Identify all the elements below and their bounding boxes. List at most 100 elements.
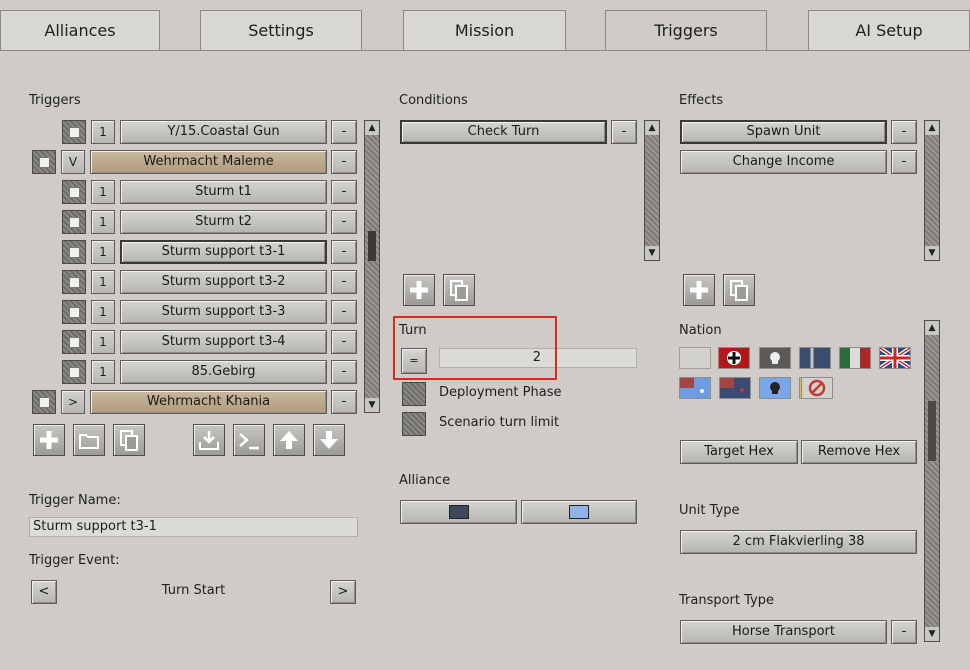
trigger-count[interactable]: 1: [91, 210, 115, 234]
trigger-checkbox[interactable]: [62, 270, 86, 294]
scroll-up-icon[interactable]: ▲: [925, 321, 939, 335]
trigger-checkbox[interactable]: [62, 300, 86, 324]
copy-condition-button[interactable]: [443, 274, 475, 306]
move-up-button[interactable]: [273, 424, 305, 456]
trigger-item[interactable]: Y/15.Coastal Gun: [120, 120, 327, 144]
trigger-group[interactable]: Wehrmacht Khania: [90, 390, 327, 414]
add-icon: [690, 281, 708, 299]
scroll-down-icon[interactable]: ▼: [645, 246, 659, 260]
group-checkbox[interactable]: [32, 390, 56, 414]
add-effect-button[interactable]: [683, 274, 715, 306]
trigger-checkbox[interactable]: [62, 240, 86, 264]
tab-settings[interactable]: Settings: [200, 10, 362, 50]
transport-type-select[interactable]: Horse Transport: [680, 620, 887, 644]
tab-ai-setup[interactable]: AI Setup: [808, 10, 970, 50]
add-group-button[interactable]: [73, 424, 105, 456]
no-nation-icon[interactable]: [801, 377, 833, 399]
remove-effect-button[interactable]: -: [891, 150, 917, 174]
effect-item-selected[interactable]: Spawn Unit: [680, 120, 887, 144]
add-condition-button[interactable]: [403, 274, 435, 306]
trigger-checkbox[interactable]: [62, 330, 86, 354]
effects-scrollbar[interactable]: ▲ ▼: [924, 120, 940, 261]
alliance-1-button[interactable]: [400, 500, 517, 524]
remove-trigger-button[interactable]: -: [331, 180, 357, 204]
group-expand-toggle[interactable]: >: [61, 390, 85, 414]
remove-condition-button[interactable]: -: [611, 120, 637, 144]
remove-trigger-button[interactable]: -: [331, 300, 357, 324]
trigger-item[interactable]: Sturm t2: [120, 210, 327, 234]
germany-flag-icon[interactable]: [718, 347, 750, 369]
alliance-2-button[interactable]: [521, 500, 637, 524]
copy-icon: [730, 280, 748, 301]
remove-trigger-button[interactable]: -: [331, 150, 357, 174]
remove-hex-button[interactable]: Remove Hex: [801, 440, 917, 464]
remove-trigger-button[interactable]: -: [331, 210, 357, 234]
scroll-up-icon[interactable]: ▲: [925, 121, 939, 135]
console-button[interactable]: [233, 424, 265, 456]
trigger-checkbox[interactable]: [62, 180, 86, 204]
skull-flag-icon[interactable]: [759, 347, 791, 369]
effect-item[interactable]: Change Income: [680, 150, 887, 174]
group-checkbox[interactable]: [32, 150, 56, 174]
remove-trigger-button[interactable]: -: [331, 390, 357, 414]
nz-flag-icon[interactable]: [719, 377, 751, 399]
deployment-phase-checkbox[interactable]: [402, 382, 426, 406]
trigger-count[interactable]: 1: [91, 180, 115, 204]
target-hex-button[interactable]: Target Hex: [680, 440, 798, 464]
trigger-item-selected[interactable]: Sturm support t3-1: [120, 240, 327, 264]
tab-alliances[interactable]: Alliances: [0, 10, 160, 50]
prev-event-button[interactable]: <: [31, 580, 57, 604]
trigger-checkbox[interactable]: [62, 120, 86, 144]
remove-transport-button[interactable]: -: [891, 620, 917, 644]
remove-trigger-button[interactable]: -: [331, 240, 357, 264]
scroll-down-icon[interactable]: ▼: [365, 398, 379, 412]
conditions-scrollbar[interactable]: ▲ ▼: [644, 120, 660, 261]
tab-triggers[interactable]: Triggers: [605, 10, 767, 51]
scroll-up-icon[interactable]: ▲: [365, 121, 379, 135]
trigger-item[interactable]: Sturm support t3-4: [120, 330, 327, 354]
trigger-count[interactable]: 1: [91, 270, 115, 294]
remove-trigger-button[interactable]: -: [331, 360, 357, 384]
scroll-down-icon[interactable]: ▼: [925, 246, 939, 260]
tab-mission[interactable]: Mission: [403, 10, 566, 50]
scroll-up-icon[interactable]: ▲: [645, 121, 659, 135]
remove-trigger-button[interactable]: -: [331, 330, 357, 354]
trigger-item[interactable]: Sturm support t3-3: [120, 300, 327, 324]
group-expand-toggle[interactable]: V: [61, 150, 85, 174]
remove-effect-button[interactable]: -: [891, 120, 917, 144]
move-down-button[interactable]: [313, 424, 345, 456]
uk-flag-icon[interactable]: [879, 347, 911, 369]
trigger-count[interactable]: 1: [91, 240, 115, 264]
scroll-thumb[interactable]: [368, 231, 376, 261]
trigger-count[interactable]: 1: [91, 300, 115, 324]
trigger-checkbox[interactable]: [62, 210, 86, 234]
trigger-item[interactable]: Sturm t1: [120, 180, 327, 204]
next-event-button[interactable]: >: [330, 580, 356, 604]
neutral-flag-icon[interactable]: [679, 347, 711, 369]
australia-flag-icon[interactable]: [679, 377, 711, 399]
soviet-flag-icon[interactable]: [799, 347, 831, 369]
remove-trigger-button[interactable]: -: [331, 120, 357, 144]
unit-type-select[interactable]: 2 cm Flakvierling 38: [680, 530, 917, 554]
remove-trigger-button[interactable]: -: [331, 270, 357, 294]
scroll-thumb[interactable]: [928, 401, 936, 461]
trigger-count[interactable]: 1: [91, 120, 115, 144]
trigger-item[interactable]: 85.Gebirg: [120, 360, 327, 384]
trigger-checkbox[interactable]: [62, 360, 86, 384]
copy-trigger-button[interactable]: [113, 424, 145, 456]
skull-blue-flag-icon[interactable]: [759, 377, 791, 399]
trigger-count[interactable]: 1: [91, 360, 115, 384]
condition-item-selected[interactable]: Check Turn: [400, 120, 607, 144]
italy-flag-icon[interactable]: [839, 347, 871, 369]
scenario-turn-limit-checkbox[interactable]: [402, 412, 426, 436]
copy-effect-button[interactable]: [723, 274, 755, 306]
import-button[interactable]: [193, 424, 225, 456]
effect-details-scrollbar[interactable]: ▲ ▼: [924, 320, 940, 642]
trigger-item[interactable]: Sturm support t3-2: [120, 270, 327, 294]
scroll-down-icon[interactable]: ▼: [925, 627, 939, 641]
trigger-count[interactable]: 1: [91, 330, 115, 354]
add-trigger-button[interactable]: [33, 424, 65, 456]
trigger-group[interactable]: Wehrmacht Maleme: [90, 150, 327, 174]
trigger-name-input[interactable]: Sturm support t3-1: [29, 517, 358, 537]
triggers-scrollbar[interactable]: ▲ ▼: [364, 120, 380, 413]
